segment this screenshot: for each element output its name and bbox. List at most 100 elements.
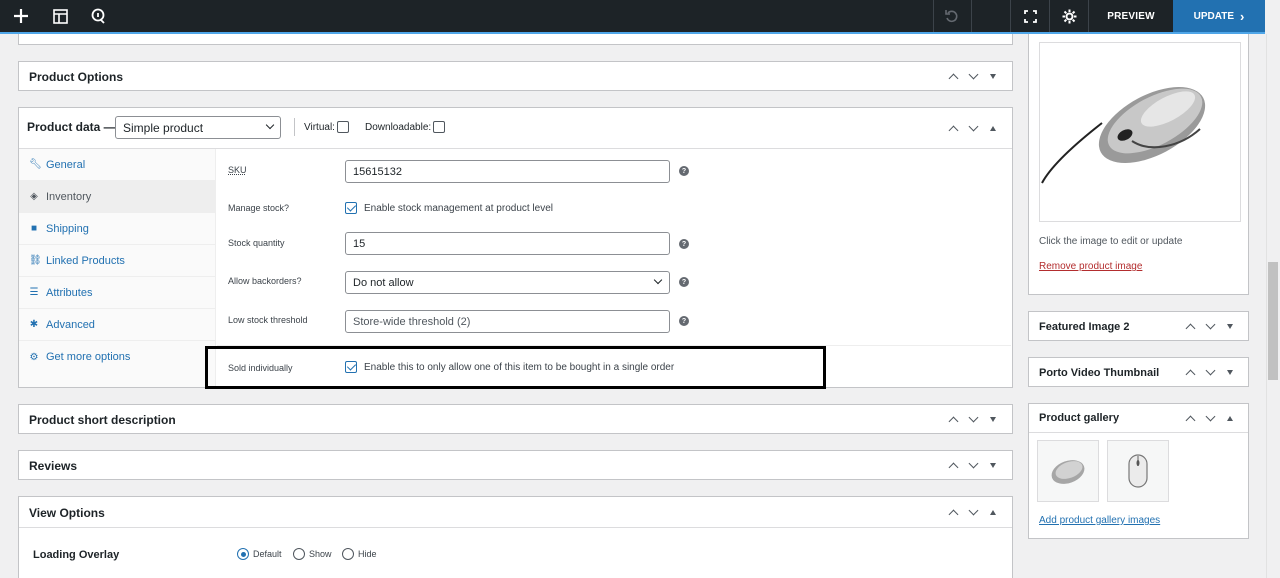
toggle-panel-icon[interactable] — [987, 413, 999, 425]
tab-general[interactable]: 🔧︎ General — [19, 149, 216, 181]
help-icon[interactable]: ? — [679, 239, 689, 249]
editor-toolbar: PREVIEW UPDATE › — [0, 0, 1280, 32]
manage-stock-text: Enable stock management at product level — [364, 202, 553, 214]
move-down-icon[interactable] — [1204, 365, 1216, 378]
help-icon[interactable]: ? — [679, 166, 689, 176]
tab-inventory[interactable]: ◈ Inventory — [19, 181, 216, 213]
add-block-icon[interactable] — [2, 0, 40, 32]
manage-stock-checkbox[interactable] — [345, 202, 357, 214]
toggle-panel-icon[interactable] — [1224, 412, 1236, 424]
previous-box-bottom — [18, 34, 1013, 45]
add-gallery-images-link[interactable]: Add product gallery images — [1039, 515, 1160, 526]
toggle-panel-icon[interactable] — [1224, 320, 1236, 332]
backorders-value: Do not allow — [353, 277, 414, 289]
move-down-icon[interactable] — [1204, 319, 1216, 332]
gallery-thumbnail[interactable] — [1037, 440, 1099, 502]
move-down-icon[interactable] — [967, 412, 979, 425]
list-icon: ☰ — [29, 287, 39, 298]
toggle-panel-icon[interactable] — [987, 506, 999, 518]
stock-quantity-input[interactable]: 15 — [345, 232, 670, 255]
tag-icon: ◈ — [30, 191, 38, 202]
scrollbar-thumb[interactable] — [1268, 262, 1278, 380]
mouse-image — [1041, 87, 1206, 184]
video-thumbnail-box: Porto Video Thumbnail — [1028, 357, 1249, 387]
toggle-panel-icon[interactable] — [987, 70, 999, 82]
gear-icon: ✱ — [29, 319, 39, 330]
layout-icon[interactable] — [41, 0, 79, 32]
navigator-icon[interactable] — [80, 0, 118, 32]
gallery-thumbnail[interactable] — [1107, 440, 1169, 502]
move-up-icon[interactable] — [1184, 366, 1196, 379]
toggle-panel-icon[interactable] — [987, 459, 999, 471]
move-up-icon[interactable] — [947, 506, 959, 519]
chevron-down-icon — [265, 120, 275, 130]
link-icon: ⛓︎ — [29, 255, 42, 266]
virtual-checkbox[interactable] — [336, 121, 349, 133]
radio-show[interactable]: Show — [293, 548, 332, 560]
featured-image-2-box: Featured Image 2 — [1028, 311, 1249, 341]
tab-label: Attributes — [46, 286, 93, 299]
move-up-icon[interactable] — [947, 413, 959, 426]
sku-label: SKU — [228, 165, 247, 175]
undo-icon[interactable] — [933, 0, 971, 32]
radio-label: Show — [309, 549, 332, 559]
radio-label: Hide — [358, 549, 377, 559]
mouse-thumbnail-image — [1128, 454, 1148, 488]
tab-label: General — [46, 158, 86, 171]
move-down-icon[interactable] — [967, 69, 979, 82]
radio-button[interactable] — [293, 548, 305, 560]
move-up-icon[interactable] — [947, 70, 959, 83]
radio-label: Default — [253, 549, 282, 559]
tab-get-more-options[interactable]: ⚙︎ Get more options — [19, 341, 216, 373]
box-title: Porto Video Thumbnail — [1039, 367, 1160, 379]
low-stock-label: Low stock threshold — [228, 315, 308, 325]
move-down-icon[interactable] — [967, 505, 979, 518]
move-up-icon[interactable] — [947, 459, 959, 472]
tab-advanced[interactable]: ✱ Advanced — [19, 309, 216, 341]
tab-label: Advanced — [46, 318, 95, 331]
product-data-title: Product data — — [27, 120, 116, 134]
move-down-icon[interactable] — [967, 458, 979, 471]
help-icon[interactable]: ? — [679, 277, 689, 287]
manage-stock-option[interactable]: Enable stock management at product level — [345, 202, 553, 214]
product-type-value: Simple product — [123, 121, 204, 135]
update-button[interactable]: UPDATE › — [1173, 0, 1265, 32]
move-up-icon[interactable] — [947, 122, 959, 135]
move-up-icon[interactable] — [1184, 320, 1196, 333]
tab-attributes[interactable]: ☰ Attributes — [19, 277, 216, 309]
product-image[interactable] — [1039, 42, 1241, 222]
product-options-box: Product Options — [18, 61, 1013, 91]
view-options-box: View Options — [18, 496, 1013, 578]
tab-shipping[interactable]: ■ Shipping — [19, 213, 216, 245]
product-type-select[interactable]: Simple product — [115, 116, 281, 139]
low-stock-input[interactable]: Store-wide threshold (2) — [345, 310, 670, 333]
toggle-panel-icon[interactable] — [987, 122, 999, 134]
backorders-select[interactable]: Do not allow — [345, 271, 670, 294]
downloadable-option[interactable]: Downloadable: — [365, 121, 446, 133]
short-description-box: Product short description — [18, 404, 1013, 434]
radio-default[interactable]: Default — [237, 548, 282, 560]
fullscreen-icon[interactable] — [1011, 0, 1049, 32]
sku-input[interactable]: 15615132 — [345, 160, 670, 183]
radio-button[interactable] — [237, 548, 249, 560]
help-icon[interactable]: ? — [679, 316, 689, 326]
chevron-down-icon — [653, 275, 663, 285]
virtual-label: Virtual: — [304, 121, 335, 133]
move-down-icon[interactable] — [967, 121, 979, 134]
downloadable-label: Downloadable: — [365, 121, 432, 133]
move-up-icon[interactable] — [1184, 412, 1196, 425]
remove-image-link[interactable]: Remove product image — [1039, 261, 1142, 272]
tab-linked-products[interactable]: ⛓︎ Linked Products — [19, 245, 216, 277]
box-title: Product gallery — [1039, 412, 1120, 424]
virtual-option[interactable]: Virtual: — [304, 121, 349, 133]
box-title: View Options — [29, 506, 105, 520]
radio-hide[interactable]: Hide — [342, 548, 377, 560]
stock-quantity-label: Stock quantity — [228, 238, 285, 248]
radio-button[interactable] — [342, 548, 354, 560]
toggle-panel-icon[interactable] — [1224, 366, 1236, 378]
move-down-icon[interactable] — [1204, 411, 1216, 424]
preview-button[interactable]: PREVIEW — [1097, 0, 1165, 32]
downloadable-checkbox[interactable] — [433, 121, 446, 133]
gear-icon[interactable] — [1050, 0, 1088, 32]
plugin-icon: ⚙︎ — [29, 351, 39, 363]
